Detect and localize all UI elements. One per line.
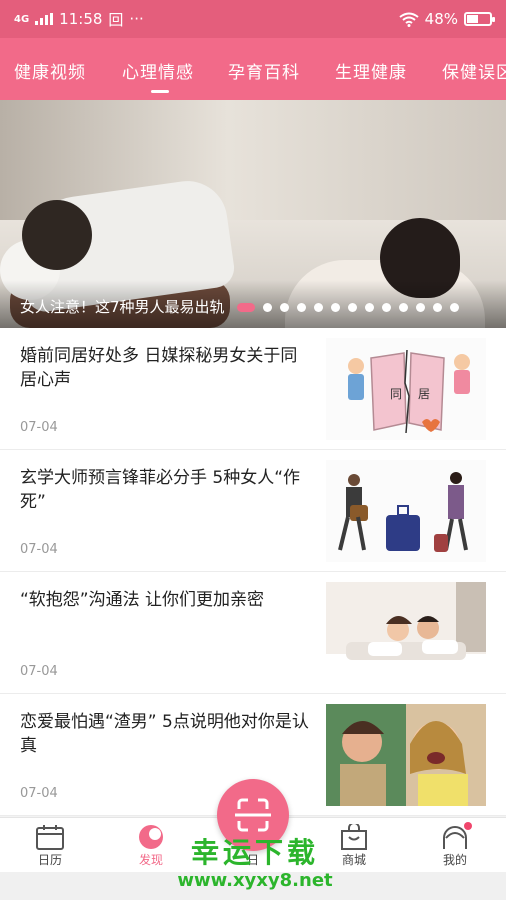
list-item[interactable]: 玄学大师预言锋菲必分手 5种女人“作死” 07-04 [0, 450, 506, 572]
tab-psychology[interactable]: 心理情感 [122, 58, 194, 83]
carousel-dot-active[interactable] [237, 303, 255, 312]
carousel-dots [237, 303, 459, 312]
article-thumbnail [326, 704, 486, 806]
banner-carousel[interactable]: 女人注意！这7种男人最易出轨 [0, 100, 506, 328]
carousel-dot[interactable] [450, 303, 459, 312]
tab-health-video[interactable]: 健康视频 [14, 58, 86, 83]
article-thumbnail: 同 居 [326, 338, 486, 440]
status-right: 48% [399, 10, 495, 28]
network-type: 4G [14, 13, 30, 25]
article-title: 玄学大师预言锋菲必分手 5种女人“作死” [20, 468, 301, 512]
status-time: 11:58 [59, 10, 103, 28]
tab-active-indicator [151, 90, 169, 93]
article-date: 07-04 [20, 420, 58, 435]
nav-item-calendar[interactable]: 日历 [15, 818, 85, 873]
more-indicator: ··· [129, 10, 144, 28]
carousel-dot[interactable] [280, 303, 289, 312]
category-tabs: 健康视频 心理情感 孕育百科 生理健康 保健误区 [0, 38, 506, 100]
battery-icon [464, 12, 495, 26]
watermark-url: www.xyxy8.net [177, 870, 333, 891]
list-item[interactable]: “软抱怨”沟通法 让你们更加亲密 07-04 [0, 572, 506, 694]
carousel-dot[interactable] [365, 303, 374, 312]
article-date: 07-04 [20, 664, 58, 679]
carousel-dot[interactable] [433, 303, 442, 312]
thumb-text-2: 居 [418, 387, 430, 401]
carousel-dot[interactable] [348, 303, 357, 312]
article-date: 07-04 [20, 786, 58, 801]
nav-item-mine[interactable]: 我的 [420, 818, 490, 873]
article-thumbnail [326, 582, 486, 684]
calendar-icon [36, 825, 64, 850]
article-title: 恋爱最怕遇“渣男” 5点说明他对你是认真 [20, 712, 309, 756]
carousel-dot[interactable] [314, 303, 323, 312]
tab-health-myths[interactable]: 保健误区 [442, 58, 506, 83]
status-bar: 4G 11:58 回 ··· 48% [0, 0, 506, 38]
notification-badge [464, 822, 472, 830]
nav-label: 日历 [37, 853, 62, 867]
thumb-text-1: 同 [390, 387, 402, 401]
article-title: “软抱怨”沟通法 让你们更加亲密 [20, 590, 265, 610]
carousel-dot[interactable] [382, 303, 391, 312]
carousel-dot[interactable] [263, 303, 272, 312]
list-item[interactable]: 婚前同居好处多 日媒探秘男女关于同居心声 07-04 同 居 [0, 328, 506, 450]
signal-icon [35, 13, 54, 25]
carousel-dot[interactable] [331, 303, 340, 312]
carousel-dot[interactable] [297, 303, 306, 312]
tab-physiology[interactable]: 生理健康 [335, 58, 407, 83]
carousel-dot[interactable] [416, 303, 425, 312]
banner-title[interactable]: 女人注意！这7种男人最易出轨 [20, 296, 225, 317]
article-thumbnail [326, 460, 486, 562]
article-title: 婚前同居好处多 日媒探秘男女关于同居心声 [20, 346, 298, 390]
nav-label: 我的 [442, 853, 467, 867]
sim-badge: 回 [108, 10, 124, 29]
watermark: 幸运下载 www.xyxy8.net [150, 836, 360, 892]
battery-percent: 48% [424, 10, 458, 28]
article-date: 07-04 [20, 542, 58, 557]
wifi-icon [399, 12, 419, 27]
status-left: 4G 11:58 回 ··· [14, 9, 144, 30]
tab-parenting[interactable]: 孕育百科 [228, 58, 300, 83]
banner-figure-man-head [22, 200, 92, 270]
carousel-dot[interactable] [399, 303, 408, 312]
watermark-text: 幸运下载 [190, 836, 319, 869]
